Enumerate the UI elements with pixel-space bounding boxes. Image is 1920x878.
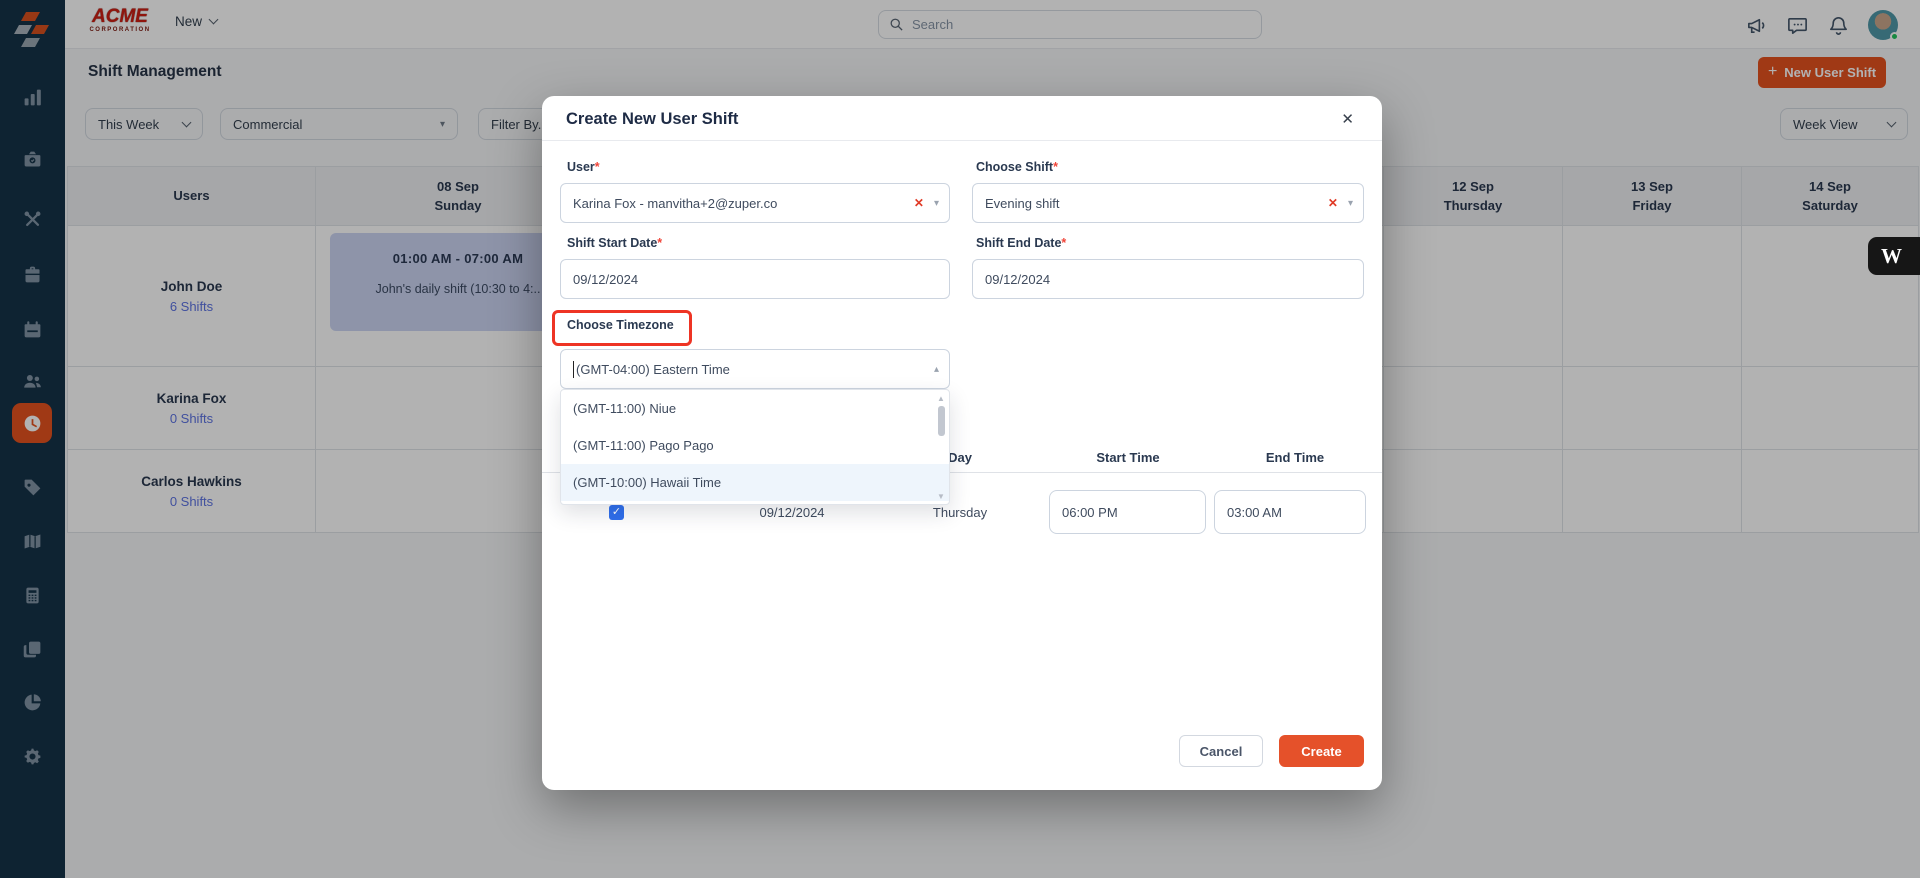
end-time-input[interactable]: 03:00 AM (1214, 490, 1366, 534)
schedule-day-header: Day (948, 450, 972, 465)
choose-timezone-highlight-box (552, 310, 692, 346)
text-cursor (573, 360, 574, 378)
dropdown-scrollbar[interactable]: ▲ ▼ (936, 394, 946, 502)
timezone-option[interactable]: (GMT-11:00) Pago Pago (561, 427, 949, 464)
clear-icon[interactable]: ✕ (1328, 196, 1338, 210)
required-mark: * (1061, 236, 1067, 250)
walkme-widget[interactable]: W (1868, 237, 1920, 275)
close-icon[interactable]: ✕ (1341, 110, 1354, 128)
schedule-start-time-header: Start Time (1096, 450, 1160, 465)
divider (542, 140, 1382, 141)
modal-title: Create New User Shift (566, 110, 739, 128)
end-date-input[interactable]: 09/12/2024 (972, 259, 1364, 299)
user-select-value: Karina Fox - manvitha+2@zuper.co (573, 195, 778, 211)
start-date-input[interactable]: 09/12/2024 (560, 259, 950, 299)
timezone-option[interactable]: (GMT-11:00) Niue (561, 390, 949, 427)
scroll-down-icon[interactable]: ▼ (936, 492, 946, 502)
scrollbar-thumb[interactable] (937, 406, 945, 436)
schedule-end-time-header: End Time (1265, 450, 1325, 465)
start-date-field-label: Shift Start Date* (567, 236, 663, 250)
schedule-row-date: 09/12/2024 (759, 505, 825, 520)
required-mark: * (594, 160, 600, 174)
required-mark: * (657, 236, 663, 250)
choose-shift-value: Evening shift (985, 195, 1060, 211)
choose-shift-select[interactable]: Evening shift ✕ ▾ (972, 183, 1364, 223)
user-select[interactable]: Karina Fox - manvitha+2@zuper.co ✕ ▾ (560, 183, 950, 223)
caret-down-icon[interactable]: ▾ (934, 198, 939, 209)
scroll-up-icon[interactable]: ▲ (936, 394, 946, 404)
schedule-row-checkbox[interactable]: ✓ (609, 505, 624, 520)
timezone-combobox[interactable]: (GMT-04:00) Eastern Time ▴ (560, 349, 950, 389)
create-new-user-shift-modal: Create New User Shift ✕ User* Karina Fox… (542, 96, 1382, 790)
required-mark: * (1053, 160, 1058, 174)
caret-up-icon[interactable]: ▴ (934, 364, 939, 375)
timezone-dropdown-list: (GMT-11:00) Niue (GMT-11:00) Pago Pago (… (560, 389, 950, 505)
choose-shift-field-label: Choose Shift* (976, 160, 1058, 174)
start-time-input[interactable]: 06:00 PM (1049, 490, 1206, 534)
timezone-option-highlighted[interactable]: (GMT-10:00) Hawaii Time (561, 464, 949, 501)
end-date-field-label: Shift End Date* (976, 236, 1067, 250)
timezone-value: (GMT-04:00) Eastern Time (576, 361, 730, 377)
create-button[interactable]: Create (1279, 735, 1364, 767)
cancel-button[interactable]: Cancel (1179, 735, 1263, 767)
schedule-row-day: Thursday (932, 505, 988, 520)
caret-down-icon[interactable]: ▾ (1348, 198, 1353, 209)
clear-icon[interactable]: ✕ (914, 196, 924, 210)
user-field-label: User* (567, 160, 600, 174)
